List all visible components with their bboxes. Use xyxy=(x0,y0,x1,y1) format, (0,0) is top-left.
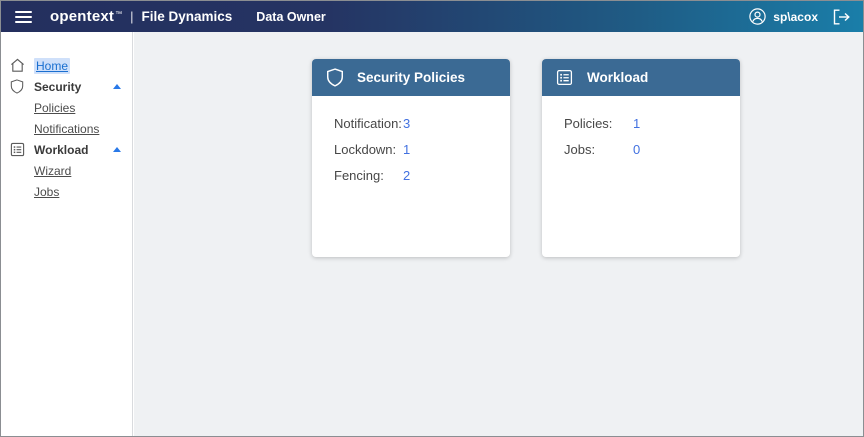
sidebar-item-label: Security xyxy=(34,80,81,94)
sidebar-item-label[interactable]: Jobs xyxy=(34,185,59,199)
list-icon xyxy=(9,142,25,158)
workload-card: Workload Policies: 1 Jobs: 0 xyxy=(542,59,740,257)
sidebar-item-label: Workload xyxy=(34,143,88,157)
stat-value[interactable]: 3 xyxy=(403,117,410,130)
list-icon xyxy=(555,68,574,87)
sidebar-item-security[interactable]: Security xyxy=(1,76,132,97)
stat-label: Jobs: xyxy=(564,143,633,156)
sidebar-item-label[interactable]: Notifications xyxy=(34,122,99,136)
sidebar-item-notifications[interactable]: Notifications xyxy=(1,118,132,139)
stat-row-lockdown: Lockdown: 1 xyxy=(334,143,510,156)
brand: opentext ™ | File Dynamics xyxy=(50,8,232,25)
sidebar-item-label[interactable]: Wizard xyxy=(34,164,71,178)
product-name: File Dynamics xyxy=(142,9,233,24)
security-policies-card-body: Notification: 3 Lockdown: 1 Fencing: 2 xyxy=(312,96,510,182)
caret-up-icon[interactable] xyxy=(113,84,121,89)
top-navigation-bar: opentext ™ | File Dynamics Data Owner sp… xyxy=(1,1,863,32)
logout-icon[interactable] xyxy=(833,9,851,25)
stat-value[interactable]: 2 xyxy=(403,169,410,182)
app-window: opentext ™ | File Dynamics Data Owner sp… xyxy=(0,0,864,437)
stat-row-policies: Policies: 1 xyxy=(564,117,740,130)
security-policies-card-header: Security Policies xyxy=(312,59,510,96)
user-icon[interactable] xyxy=(749,8,766,25)
sidebar-item-workload[interactable]: Workload xyxy=(1,139,132,160)
stat-value[interactable]: 1 xyxy=(633,117,640,130)
brand-divider: | xyxy=(130,9,133,24)
workload-card-body: Policies: 1 Jobs: 0 xyxy=(542,96,740,156)
topbar-user-area: sp\acox xyxy=(749,8,851,25)
stat-row-notification: Notification: 3 xyxy=(334,117,510,130)
card-title: Security Policies xyxy=(357,70,465,85)
stat-value[interactable]: 1 xyxy=(403,143,410,156)
stat-row-jobs: Jobs: 0 xyxy=(564,143,740,156)
shield-icon xyxy=(325,68,344,87)
shield-icon xyxy=(9,79,25,95)
security-policies-card: Security Policies Notification: 3 Lockdo… xyxy=(312,59,510,257)
sidebar-item-wizard[interactable]: Wizard xyxy=(1,160,132,181)
stat-label: Notification: xyxy=(334,117,403,130)
workload-card-header: Workload xyxy=(542,59,740,96)
sidebar-item-jobs[interactable]: Jobs xyxy=(1,181,132,202)
sidebar-nav: Home Security Policies Notifications xyxy=(1,32,132,202)
hamburger-menu-icon[interactable] xyxy=(15,11,32,23)
stat-label: Policies: xyxy=(564,117,633,130)
section-title: Data Owner xyxy=(256,10,325,24)
stat-label: Fencing: xyxy=(334,169,403,182)
sidebar: Home Security Policies Notifications xyxy=(1,32,133,436)
stat-label: Lockdown: xyxy=(334,143,403,156)
brand-logo: opentext xyxy=(50,8,114,25)
logged-in-user: sp\acox xyxy=(773,10,818,24)
sidebar-item-home[interactable]: Home xyxy=(1,55,132,76)
stat-value[interactable]: 0 xyxy=(633,143,640,156)
stat-row-fencing: Fencing: 2 xyxy=(334,169,510,182)
card-title: Workload xyxy=(587,70,648,85)
sidebar-item-label[interactable]: Home xyxy=(34,58,70,74)
main-content: Security Policies Notification: 3 Lockdo… xyxy=(134,32,863,436)
caret-up-icon[interactable] xyxy=(113,147,121,152)
home-icon xyxy=(9,58,25,74)
sidebar-item-label[interactable]: Policies xyxy=(34,101,75,115)
sidebar-item-policies[interactable]: Policies xyxy=(1,97,132,118)
trademark-symbol: ™ xyxy=(115,11,122,18)
